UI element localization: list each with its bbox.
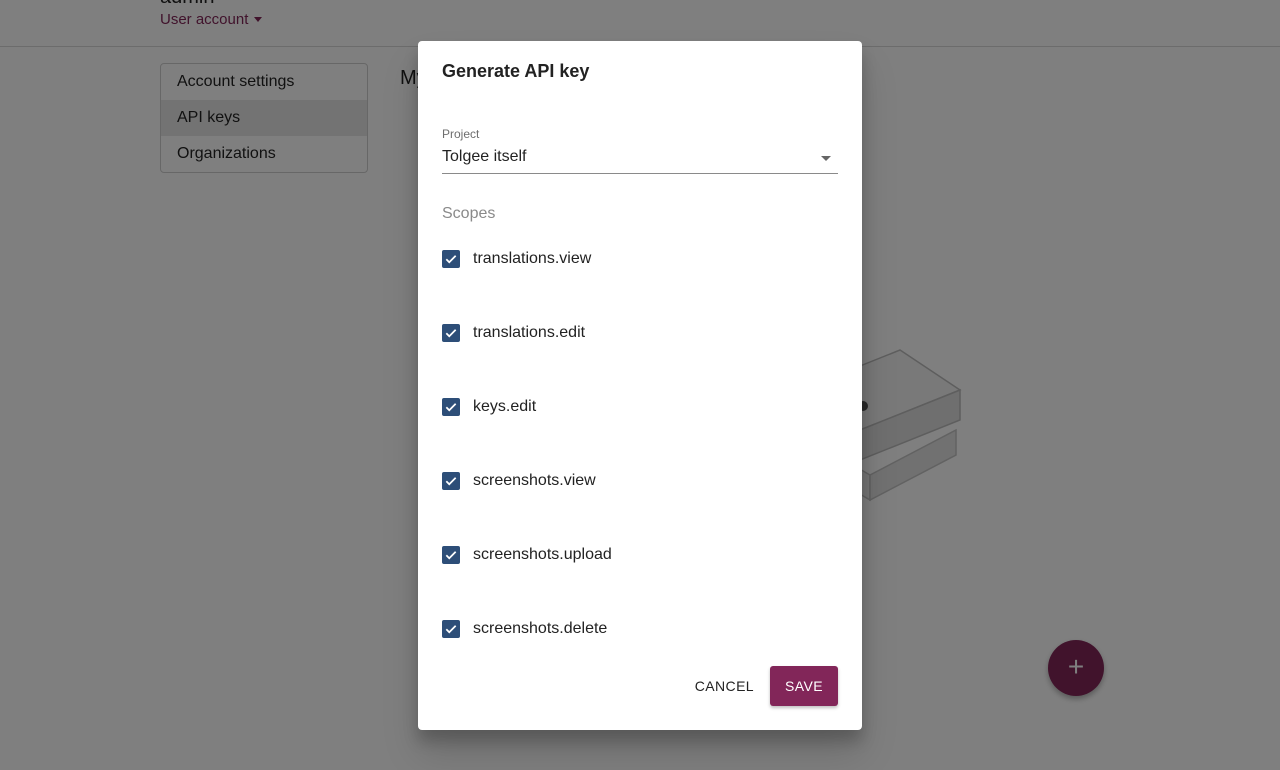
- project-select-value: Tolgee itself: [442, 148, 527, 165]
- dialog-title: Generate API key: [442, 61, 590, 81]
- scopes-label: Scopes: [442, 205, 496, 222]
- scope-label: screenshots.delete: [473, 620, 608, 637]
- scope-label: screenshots.upload: [473, 546, 612, 563]
- scope-screenshots-delete[interactable]: screenshots.delete: [442, 617, 607, 641]
- checkbox-checked-icon[interactable]: [442, 324, 460, 342]
- scope-screenshots-view[interactable]: screenshots.view: [442, 469, 596, 493]
- scope-translations-view[interactable]: translations.view: [442, 247, 591, 271]
- scope-screenshots-upload[interactable]: screenshots.upload: [442, 543, 612, 567]
- checkbox-checked-icon[interactable]: [442, 250, 460, 268]
- scope-label: keys.edit: [473, 398, 537, 415]
- checkbox-checked-icon[interactable]: [442, 546, 460, 564]
- project-select[interactable]: Project Tolgee itself: [442, 127, 838, 174]
- checkbox-checked-icon[interactable]: [442, 398, 460, 416]
- project-select-label: Project: [442, 127, 480, 141]
- scope-keys-edit[interactable]: keys.edit: [442, 395, 536, 419]
- scope-translations-edit[interactable]: translations.edit: [442, 321, 585, 345]
- checkbox-checked-icon[interactable]: [442, 620, 460, 638]
- dropdown-arrow-icon: [821, 156, 831, 161]
- scope-label: translations.view: [473, 250, 592, 267]
- cancel-button[interactable]: CANCEL: [695, 670, 754, 702]
- checkbox-checked-icon[interactable]: [442, 472, 460, 490]
- dialog-actions: CANCEL SAVE: [695, 666, 838, 706]
- generate-api-key-dialog: Generate API key Project Tolgee itself S…: [418, 41, 862, 730]
- scope-label: screenshots.view: [473, 472, 596, 489]
- scope-label: translations.edit: [473, 324, 586, 341]
- save-button[interactable]: SAVE: [770, 666, 838, 706]
